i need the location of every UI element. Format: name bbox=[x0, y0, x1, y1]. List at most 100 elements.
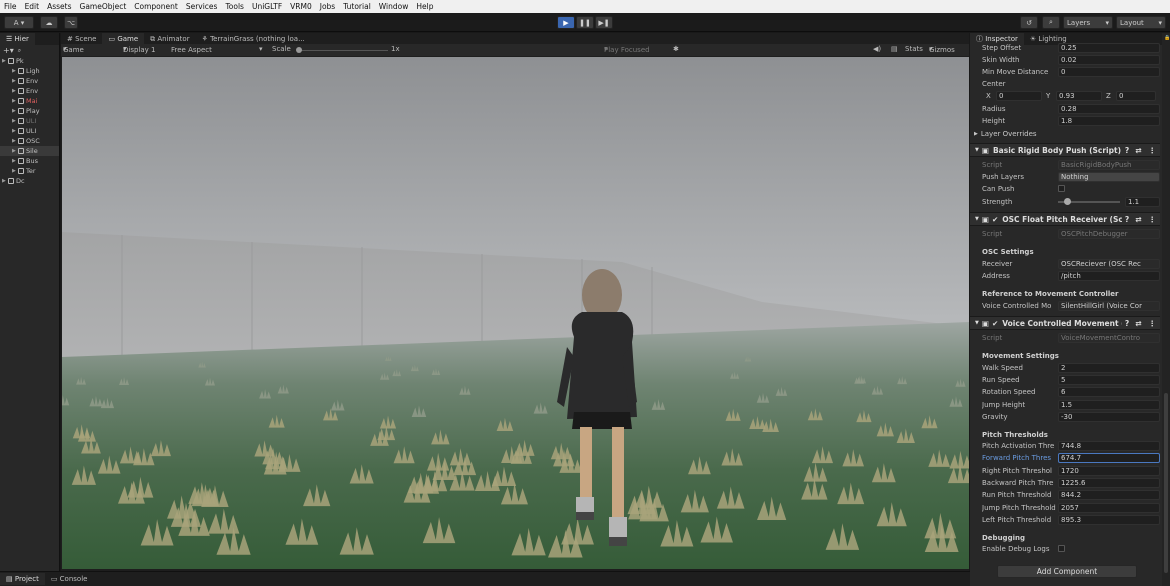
menu-edit[interactable]: Edit bbox=[25, 2, 40, 11]
tab-console[interactable]: ▭ Console bbox=[45, 573, 94, 585]
hierarchy-item[interactable]: ▶ OSC bbox=[0, 136, 59, 146]
hierarchy-item[interactable]: ▶ Play bbox=[0, 106, 59, 116]
hierarchy-item[interactable]: ▶ Ter bbox=[0, 166, 59, 176]
run-pitch-field[interactable]: 844.2 bbox=[1058, 489, 1160, 500]
help-icon[interactable]: ? bbox=[1125, 319, 1129, 328]
hierarchy-item[interactable]: ▶ Env bbox=[0, 86, 59, 96]
layout-dropdown[interactable]: Layout ▾ bbox=[1116, 16, 1166, 29]
tab-project[interactable]: ▤ Project bbox=[0, 573, 45, 585]
menu-window[interactable]: Window bbox=[379, 2, 409, 11]
stats-button[interactable]: Stats bbox=[905, 45, 923, 53]
help-icon[interactable]: ? bbox=[1125, 146, 1129, 155]
layers-dropdown[interactable]: Layers ▾ bbox=[1063, 16, 1113, 29]
receiver-field[interactable]: OSCReciever (OSC Rec bbox=[1058, 258, 1160, 269]
run-speed-field[interactable]: 5 bbox=[1058, 374, 1160, 385]
menu-vrm0[interactable]: VRM0 bbox=[290, 2, 312, 11]
enabled-checkmark-icon[interactable]: ✔ bbox=[992, 319, 998, 328]
help-icon[interactable]: ? bbox=[1125, 215, 1129, 224]
audio-icon[interactable]: ◀) bbox=[873, 45, 881, 53]
hierarchy-item[interactable]: ▶ Sile bbox=[0, 146, 59, 156]
hierarchy-item[interactable]: ▶ Ligh bbox=[0, 66, 59, 76]
height-field[interactable]: 1.8 bbox=[1058, 115, 1160, 126]
search-icon[interactable]: ⌕ bbox=[18, 47, 21, 55]
menu-component[interactable]: Component bbox=[134, 2, 178, 11]
add-icon[interactable]: +▾ bbox=[3, 46, 14, 55]
center-y-field[interactable]: 0.93 bbox=[1056, 90, 1102, 101]
tab-hierarchy[interactable]: ☰ Hier bbox=[0, 33, 35, 45]
step-offset-field[interactable]: 0.25 bbox=[1058, 42, 1160, 53]
strength-slider[interactable] bbox=[1058, 197, 1120, 207]
menu-services[interactable]: Services bbox=[186, 2, 218, 11]
scale-slider-handle[interactable] bbox=[296, 47, 302, 53]
bug-icon[interactable]: ✱ bbox=[673, 45, 679, 53]
menu-jobs[interactable]: Jobs bbox=[320, 2, 335, 11]
address-field[interactable]: /pitch bbox=[1058, 270, 1160, 281]
menu-help[interactable]: Help bbox=[416, 2, 433, 11]
preset-icon[interactable]: ⇄ bbox=[1135, 319, 1141, 328]
push-layers-dropdown[interactable]: Nothing bbox=[1058, 171, 1160, 182]
preset-icon[interactable]: ⇄ bbox=[1135, 215, 1141, 224]
more-icon[interactable]: ⋮ bbox=[1149, 215, 1157, 224]
gizmos-dropdown[interactable]: Gizmos ▾ bbox=[929, 45, 955, 54]
lock-icon[interactable]: 🔒 bbox=[1164, 35, 1170, 41]
scale-slider-track[interactable] bbox=[298, 50, 388, 51]
forward-pitch-field[interactable]: 674.7 bbox=[1058, 452, 1160, 463]
strength-slider-handle[interactable] bbox=[1064, 197, 1071, 205]
debug-logs-checkbox[interactable] bbox=[1058, 545, 1065, 552]
right-pitch-field[interactable]: 1720 bbox=[1058, 465, 1160, 476]
can-push-checkbox[interactable] bbox=[1058, 185, 1065, 192]
hierarchy-item[interactable]: ▶ Dc bbox=[0, 176, 59, 186]
jump-height-field[interactable]: 1.5 bbox=[1058, 399, 1160, 410]
gravity-field[interactable]: -30 bbox=[1058, 411, 1160, 422]
voice-controlled-field[interactable]: SilentHillGirl (Voice Cor bbox=[1058, 300, 1160, 311]
hierarchy-item[interactable]: ▶ Bus bbox=[0, 156, 59, 166]
hierarchy-item[interactable]: ▶ ULI bbox=[0, 126, 59, 136]
history-button[interactable]: ↺ bbox=[1020, 16, 1038, 29]
more-icon[interactable]: ⋮ bbox=[1149, 146, 1157, 155]
pause-button[interactable]: ❚❚ bbox=[576, 16, 594, 29]
hierarchy-item[interactable]: ▶ Pk bbox=[0, 56, 59, 66]
game-mode-dropdown[interactable]: Game ▾ bbox=[63, 45, 84, 54]
osc-component-header[interactable]: ▼ ▣ ✔ OSC Float Pitch Receiver (Script ?… bbox=[970, 212, 1160, 226]
push-component-header[interactable]: ▼ ▣ Basic Rigid Body Push (Script) ? ⇄ ⋮ bbox=[970, 143, 1160, 157]
left-pitch-field[interactable]: 895.3 bbox=[1058, 514, 1160, 525]
play-focused-dropdown[interactable]: Play Focused ▾ bbox=[604, 45, 650, 54]
hierarchy-item[interactable]: ▶ Mai bbox=[0, 96, 59, 106]
vcm-component-header[interactable]: ▼ ▣ ✔ Voice Controlled Movement (Sc ? ⇄ … bbox=[970, 316, 1160, 330]
menu-tutorial[interactable]: Tutorial bbox=[343, 2, 371, 11]
center-x-field[interactable]: 0 bbox=[996, 90, 1042, 101]
menu-uniglft[interactable]: UniGLTF bbox=[252, 2, 282, 11]
rotation-speed-field[interactable]: 6 bbox=[1058, 386, 1160, 397]
hierarchy-item[interactable]: ▶ ULI bbox=[0, 116, 59, 126]
chevron-down-icon[interactable]: ▾ bbox=[259, 45, 263, 53]
more-icon[interactable]: ⋮ bbox=[1149, 319, 1157, 328]
center-z-field[interactable]: 0 bbox=[1116, 90, 1156, 101]
play-button[interactable]: ▶ bbox=[557, 16, 575, 29]
strength-field[interactable]: 1.1 bbox=[1125, 196, 1160, 207]
menu-tools[interactable]: Tools bbox=[225, 2, 243, 11]
cloud-button[interactable]: ☁ bbox=[40, 16, 58, 29]
pitch-activation-field[interactable]: 744.8 bbox=[1058, 440, 1160, 451]
search-button[interactable]: ⌕ bbox=[1042, 16, 1060, 29]
hierarchy-item[interactable]: ▶ Env bbox=[0, 76, 59, 86]
radius-field[interactable]: 0.28 bbox=[1058, 103, 1160, 114]
enabled-checkmark-icon[interactable]: ✔ bbox=[992, 215, 998, 224]
collab-button[interactable]: ⌥ bbox=[64, 16, 78, 29]
walk-speed-field[interactable]: 2 bbox=[1058, 362, 1160, 373]
menu-assets[interactable]: Assets bbox=[47, 2, 71, 11]
account-button[interactable]: A ▾ bbox=[4, 16, 34, 29]
backward-pitch-field[interactable]: 1225.6 bbox=[1058, 477, 1160, 488]
menu-gameobject[interactable]: GameObject bbox=[80, 2, 127, 11]
frame-icon[interactable]: ▤ bbox=[891, 45, 898, 53]
step-button[interactable]: ▶❚ bbox=[595, 16, 613, 29]
min-move-field[interactable]: 0 bbox=[1058, 66, 1160, 77]
preset-icon[interactable]: ⇄ bbox=[1135, 146, 1141, 155]
jump-pitch-field[interactable]: 2057 bbox=[1058, 502, 1160, 513]
menu-file[interactable]: File bbox=[4, 2, 17, 11]
add-component-button[interactable]: Add Component bbox=[997, 565, 1137, 578]
game-viewport[interactable] bbox=[62, 57, 969, 569]
skin-width-field[interactable]: 0.02 bbox=[1058, 54, 1160, 65]
display-dropdown[interactable]: Display 1 ▾ bbox=[123, 45, 155, 54]
scrollbar-thumb[interactable] bbox=[1164, 393, 1168, 573]
inspector-scrollbar[interactable]: 🔒 bbox=[1162, 33, 1170, 586]
